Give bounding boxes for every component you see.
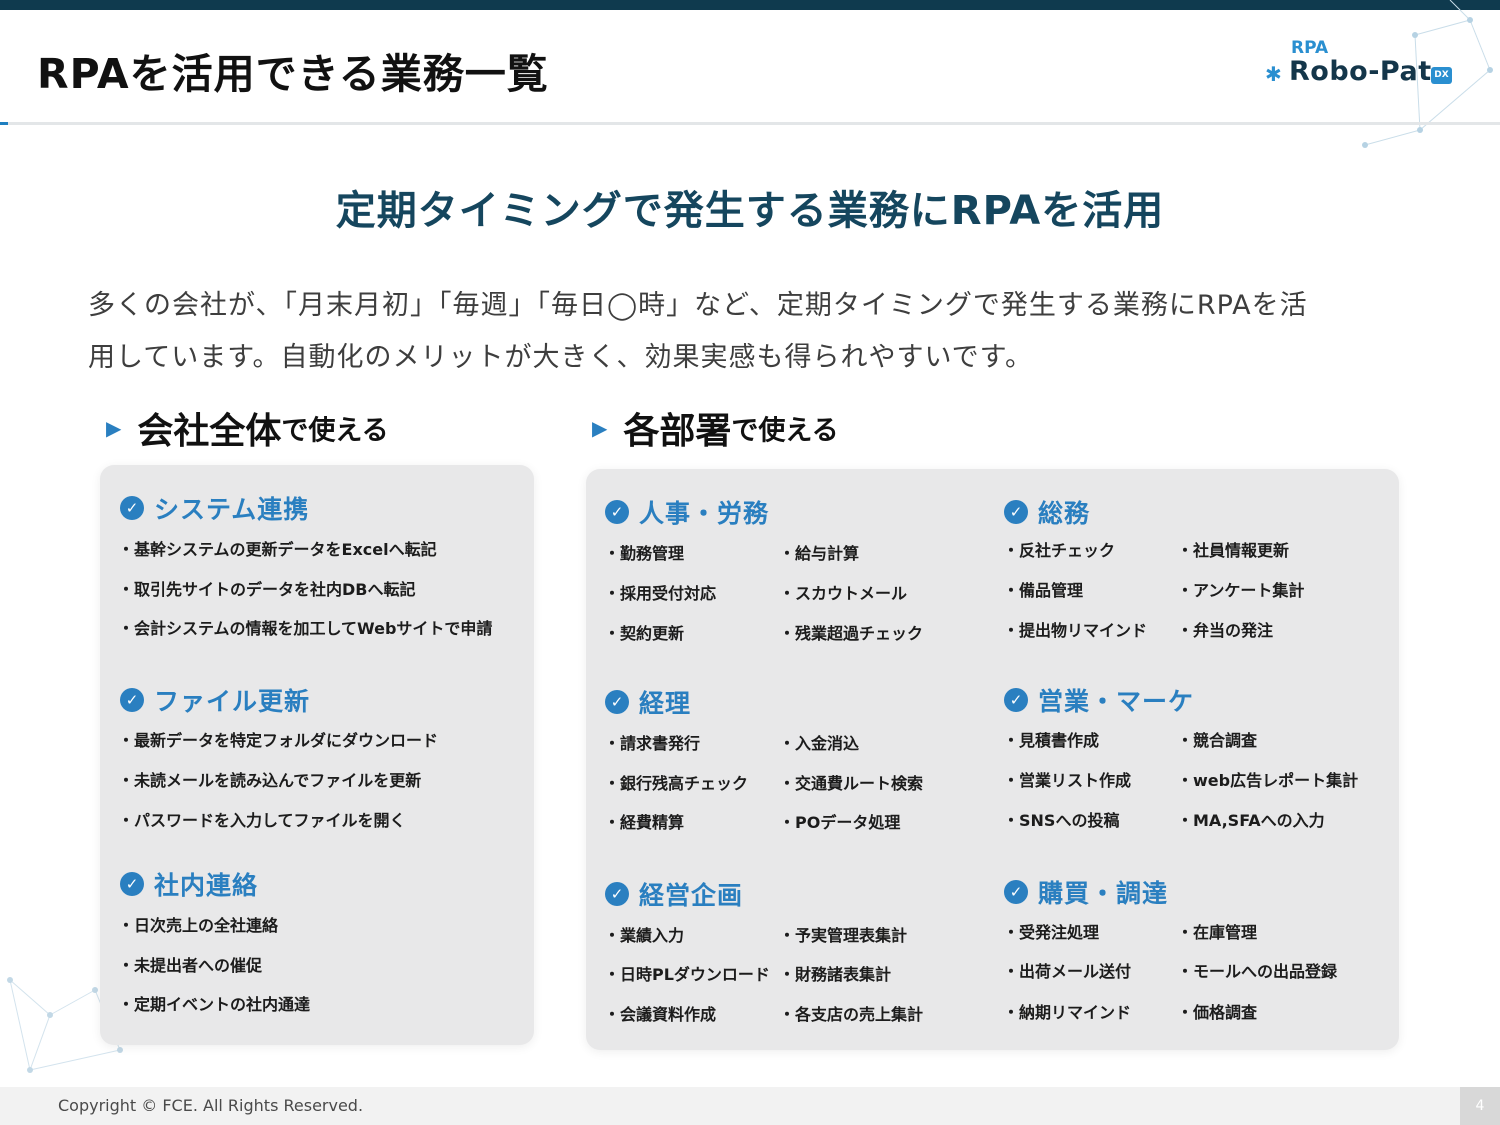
list-item: ・出荷メール送付 [1003,962,1132,981]
section-heading-big: 会社全体 [137,411,282,452]
category-title: 社内連絡 [154,871,259,900]
list-item: ・スカウトメール [779,584,908,603]
list-item: ・日時PLダウンロード [604,965,770,984]
top-accent-bar [0,0,1500,10]
list-item: ・交通費ルート検索 [779,774,924,793]
list-item: ・納期リマインド [1003,1003,1132,1022]
list-item: ・取引先サイトのデータを社内DBへ転記 [118,580,416,599]
list-item: ・モールへの出品登録 [1177,962,1338,981]
category-title: 経理 [639,689,692,718]
list-item: ・POデータ処理 [779,813,901,832]
list-item: ・銀行残高チェック [604,774,749,793]
list-item: ・web広告レポート集計 [1177,771,1359,790]
list-item: ・パスワードを入力してファイルを開く [118,811,406,830]
check-circle-icon: ✓ [1004,500,1028,524]
check-circle-icon: ✓ [605,882,629,906]
category-accounting: ✓ 経理 [605,684,691,720]
list-item: ・受発注処理 [1003,923,1100,942]
list-item: ・請求書発行 [604,734,701,753]
triangle-right-icon: ▶ [106,416,122,440]
category-file: ✓ ファイル更新 [120,682,310,718]
category-title: 営業・マーケ [1038,687,1195,716]
triangle-right-icon: ▶ [592,416,608,440]
logo-dx-badge: DX [1431,67,1452,84]
list-item: ・基幹システムの更新データをExcelへ転記 [118,540,437,559]
category-general-affairs: ✓ 総務 [1004,494,1090,530]
list-item: ・MA,SFAへの入力 [1177,811,1325,830]
check-circle-icon: ✓ [120,688,144,712]
section-heading-small: で使える [731,415,839,447]
list-item: ・反社チェック [1003,541,1116,560]
category-sales-marketing: ✓ 営業・マーケ [1004,682,1194,718]
page-number: 4 [1460,1087,1500,1125]
category-title: ファイル更新 [154,687,311,716]
list-item: ・アンケート集計 [1177,581,1305,600]
robo-pat-logo: RPA ✱ Robo-Pat DX [1262,38,1462,94]
category-purchasing: ✓ 購買・調達 [1004,874,1168,910]
check-circle-icon: ✓ [605,500,629,524]
list-item: ・給与計算 [779,544,860,563]
list-item: ・会計システムの情報を加工してWebサイトで申請 [118,619,493,638]
intro-text: 多くの会社が、「月末月初」「毎週」「毎日◯時」など、定期タイミングで発生する業務… [88,280,1418,384]
list-item: ・未読メールを読み込んでファイルを更新 [118,771,422,790]
list-item: ・最新データを特定フォルダにダウンロード [118,731,439,750]
list-item: ・社員情報更新 [1177,541,1290,560]
list-item: ・日次売上の全社連絡 [118,916,279,935]
list-item: ・残業超過チェック [779,624,924,643]
header-divider-accent [0,122,8,125]
check-circle-icon: ✓ [1004,688,1028,712]
list-item: ・弁当の発注 [1177,621,1274,640]
category-title: 経営企画 [639,881,744,910]
list-item: ・各支店の売上集計 [779,1005,924,1024]
check-circle-icon: ✓ [120,496,144,520]
list-item: ・定期イベントの社内通達 [118,995,311,1014]
list-item: ・在庫管理 [1177,923,1258,942]
list-item: ・採用受付対応 [604,584,717,603]
list-item: ・SNSへの投稿 [1003,811,1120,830]
section-heading-big: 各部署 [623,411,732,452]
check-circle-icon: ✓ [605,690,629,714]
list-item: ・経費精算 [604,813,685,832]
category-title: 総務 [1038,499,1091,528]
category-internal: ✓ 社内連絡 [120,866,258,902]
list-item: ・価格調査 [1177,1003,1258,1022]
category-title: 人事・労務 [639,499,770,528]
check-circle-icon: ✓ [120,872,144,896]
list-item: ・競合調査 [1177,731,1258,750]
list-item: ・備品管理 [1003,581,1084,600]
logo-name: Robo-Pat [1289,56,1432,87]
gear-icon: ✱ [1265,62,1282,86]
list-item: ・未提出者への催促 [118,956,263,975]
category-title: システム連携 [154,495,310,524]
list-item: ・財務諸表集計 [779,965,892,984]
subtitle: 定期タイミングで発生する業務にRPAを活用 [335,188,1165,234]
section-heading-small: で使える [281,415,389,447]
list-item: ・営業リスト作成 [1003,771,1132,790]
list-item: ・業績入力 [604,926,685,945]
category-title: 購買・調達 [1038,879,1169,908]
category-corporate-planning: ✓ 経営企画 [605,876,743,912]
footer: Copyright © FCE. All Rights Reserved. 4 [0,1087,1500,1125]
check-circle-icon: ✓ [1004,880,1028,904]
list-item: ・入金消込 [779,734,860,753]
copyright-text: Copyright © FCE. All Rights Reserved. [58,1096,364,1115]
page-title: RPAを活用できる業務一覧 [37,50,549,98]
intro-line-1: 多くの会社が、「月末月初」「毎週」「毎日◯時」など、定期タイミングで発生する業務… [88,290,1308,321]
section-heading-dept: ▶ 各部署で使える [592,402,839,454]
list-item: ・見積書作成 [1003,731,1100,750]
header-divider [0,122,1500,125]
intro-line-2: 用しています。自動化のメリットが大きく、効果実感も得られやすいです。 [88,342,1033,373]
category-hr: ✓ 人事・労務 [605,494,769,530]
list-item: ・契約更新 [604,624,685,643]
section-heading-company: ▶ 会社全体で使える [106,402,389,454]
list-item: ・予実管理表集計 [779,926,908,945]
list-item: ・勤務管理 [604,544,685,563]
list-item: ・会議資料作成 [604,1005,717,1024]
logo-rpa-text: RPA [1291,38,1329,58]
category-system: ✓ システム連携 [120,490,309,526]
list-item: ・提出物リマインド [1003,621,1148,640]
